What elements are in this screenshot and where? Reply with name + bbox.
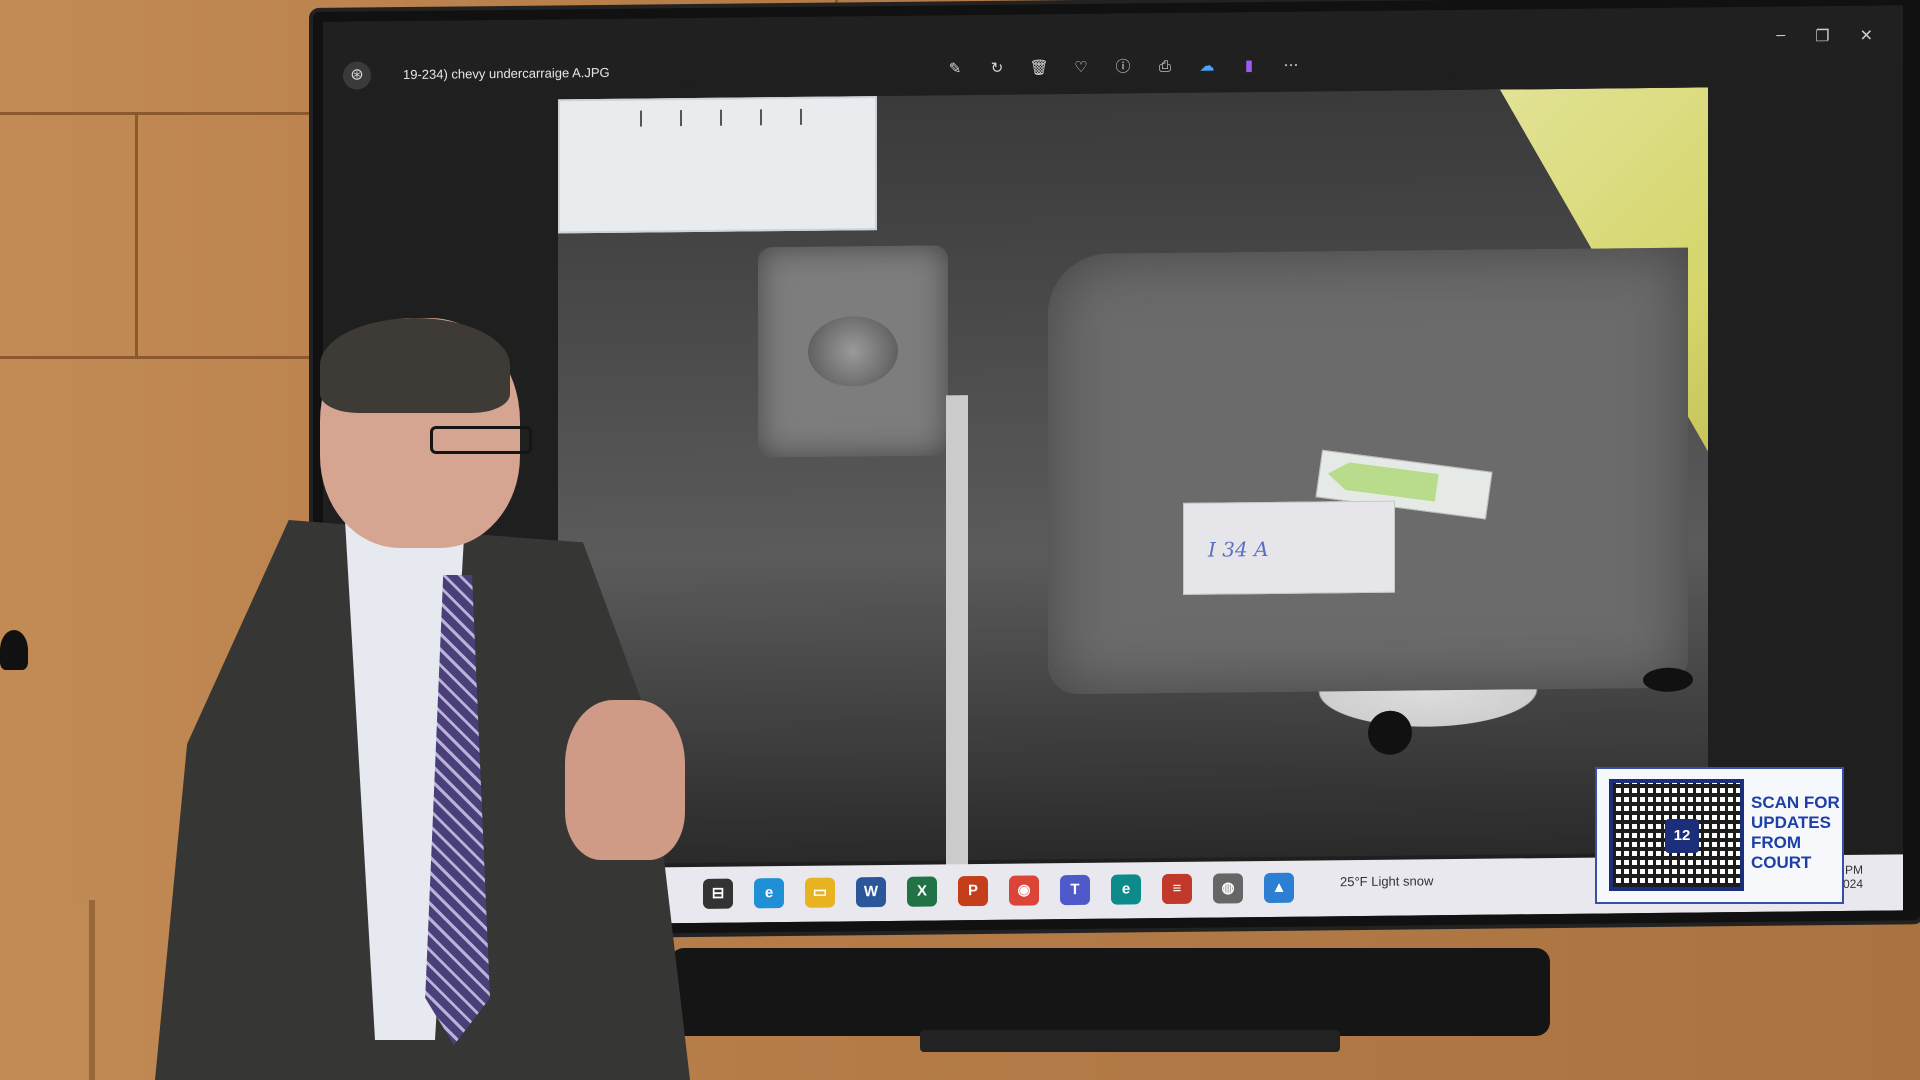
title-bar: ⊛ 19-234) chevy undercarraige A.JPG ✎ ↻ … bbox=[323, 5, 1903, 90]
qr-caption-line: FROM bbox=[1751, 833, 1802, 852]
evidence-label-text: I 34 A bbox=[1208, 536, 1269, 562]
taskbar-task-view-icon[interactable]: ⊟ bbox=[703, 878, 733, 909]
qr-caption-line: COURT bbox=[1751, 853, 1812, 872]
taskbar-edge-alt-icon[interactable]: e bbox=[1111, 874, 1141, 905]
edit-icon[interactable]: ✎ bbox=[943, 57, 967, 81]
wall-panel-seam bbox=[0, 356, 320, 359]
close-button[interactable]: ✕ bbox=[1860, 26, 1873, 46]
news12-qr-overlay: 12 SCAN FOR UPDATES FROM COURT bbox=[1595, 767, 1844, 904]
soundbar bbox=[670, 948, 1550, 1036]
file-title: 19-234) chevy undercarraige A.JPG bbox=[403, 64, 610, 83]
wall-panel-seam bbox=[0, 112, 320, 115]
metal-strip bbox=[946, 395, 968, 866]
arrow-icon bbox=[1326, 460, 1439, 502]
evidence-label-card: I 34 A bbox=[1183, 500, 1395, 595]
taskbar-excel-icon[interactable]: X bbox=[907, 876, 937, 907]
viewer-toolbar: ✎ ↻ 🗑 ♡ ⓘ ⎙ ☁ ▮ ⋯ bbox=[943, 54, 1303, 82]
qr-caption-line: UPDATES bbox=[1751, 813, 1831, 832]
taskbar-file-explorer-icon[interactable]: ▭ bbox=[805, 877, 835, 908]
taskbar-chrome-icon[interactable]: ◉ bbox=[1009, 875, 1039, 906]
minimize-button[interactable]: – bbox=[1776, 27, 1785, 47]
delete-icon[interactable]: 🗑 bbox=[1027, 56, 1051, 80]
evidence-photo: I 34 A bbox=[558, 87, 1708, 866]
monitor-stand bbox=[920, 1030, 1340, 1052]
clipchamp-icon[interactable]: ▮ bbox=[1237, 54, 1261, 78]
taskbar-app-icon[interactable]: ≡ bbox=[1162, 873, 1192, 905]
news12-logo: 12 bbox=[1665, 819, 1699, 853]
taskbar-edge-icon[interactable]: e bbox=[754, 878, 784, 909]
info-icon[interactable]: ⓘ bbox=[1111, 55, 1135, 79]
wall-panel-seam bbox=[135, 112, 138, 357]
window-controls: – ❐ ✕ bbox=[1776, 26, 1873, 47]
restore-button[interactable]: ❐ bbox=[1815, 26, 1829, 46]
favorite-icon[interactable]: ♡ bbox=[1069, 56, 1093, 80]
photos-app-icon[interactable]: ⊛ bbox=[343, 61, 371, 90]
rotate-icon[interactable]: ↻ bbox=[985, 57, 1009, 81]
qr-code[interactable]: 12 bbox=[1609, 779, 1744, 891]
weather-widget[interactable]: 25°F Light snow bbox=[1340, 873, 1433, 889]
person-hand bbox=[565, 700, 685, 860]
qr-caption: SCAN FOR UPDATES FROM COURT bbox=[1751, 793, 1841, 873]
taskbar-app2-icon[interactable]: ◍ bbox=[1213, 873, 1243, 904]
witness-stand-podium bbox=[0, 900, 95, 1080]
eyeglasses bbox=[430, 426, 532, 454]
frame-hole bbox=[1368, 710, 1412, 755]
forensic-scale-ruler bbox=[558, 96, 877, 234]
frame-hole bbox=[1643, 667, 1693, 693]
qr-caption-line: SCAN FOR bbox=[1751, 793, 1840, 812]
taskbar-teams-icon[interactable]: T bbox=[1060, 874, 1090, 906]
microphone bbox=[0, 630, 28, 670]
person-hair bbox=[320, 318, 510, 413]
print-icon[interactable]: ⎙ bbox=[1153, 55, 1177, 79]
taskbar-word-icon[interactable]: W bbox=[856, 876, 886, 908]
taskbar-powerpoint-icon[interactable]: P bbox=[958, 875, 988, 907]
more-icon[interactable]: ⋯ bbox=[1279, 54, 1303, 78]
onedrive-icon[interactable]: ☁ bbox=[1195, 55, 1219, 79]
taskbar-photos-icon[interactable]: ▲ bbox=[1264, 872, 1294, 904]
